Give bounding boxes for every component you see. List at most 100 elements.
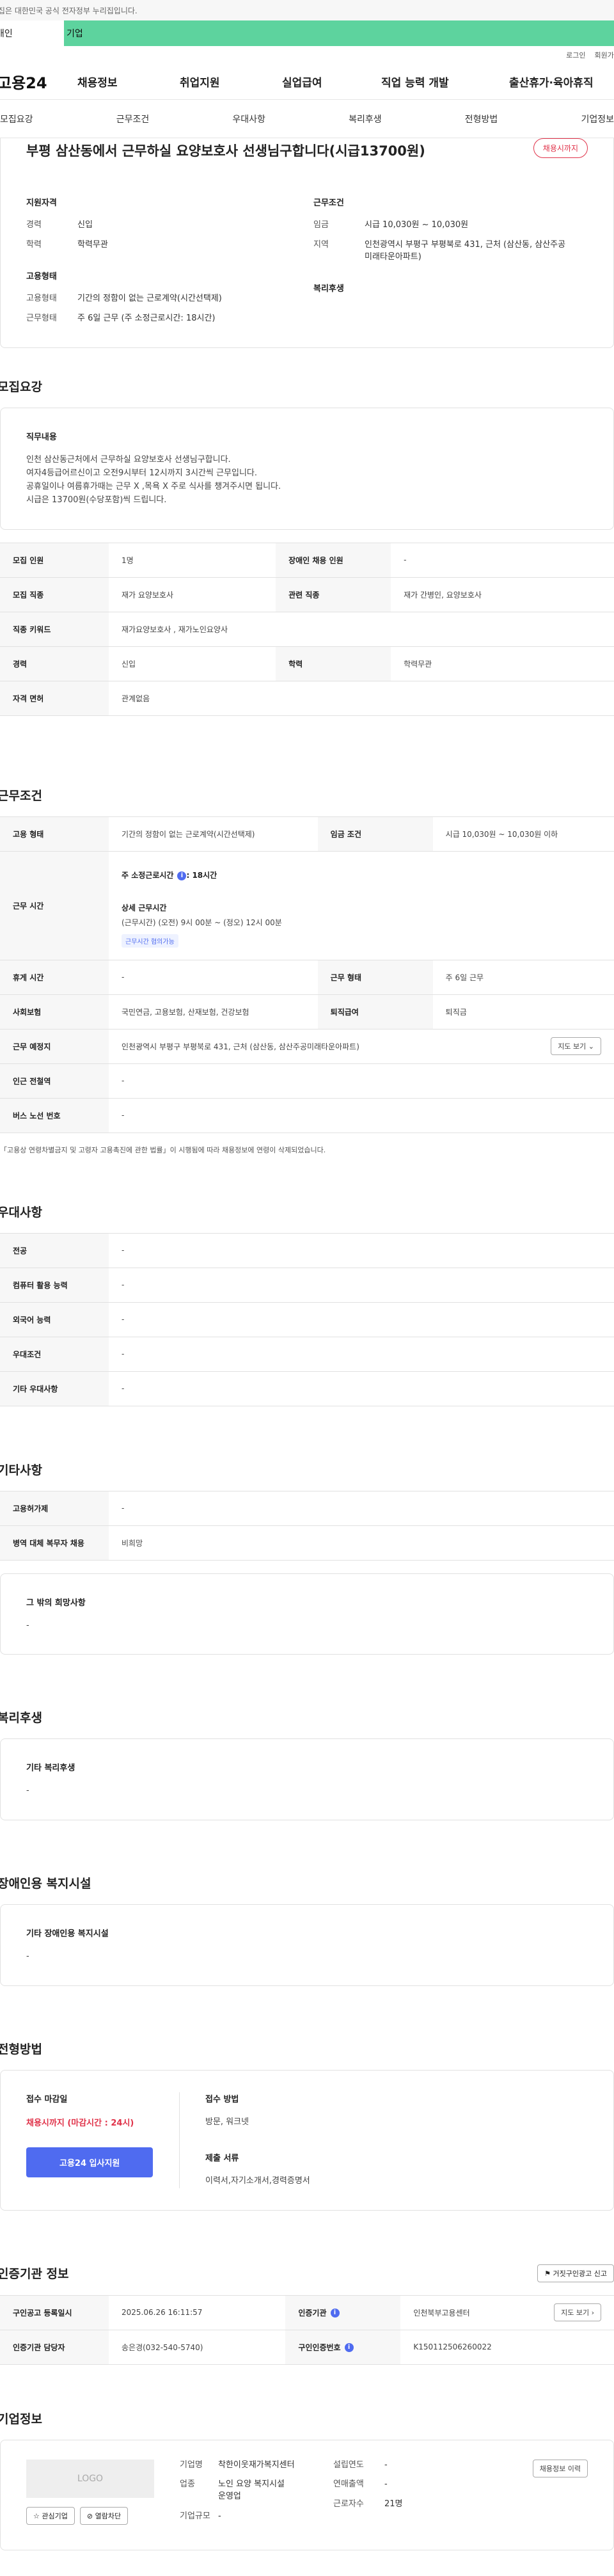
table-cell: 송은경(032-540-5740): [109, 2329, 286, 2365]
table-cell: -: [109, 1232, 614, 1268]
selection-box: 접수 마감일 채용시까지 (마감시간 : 24시) 고용24 입사지원 접수 방…: [0, 2069, 614, 2211]
tab-personal[interactable]: 개인: [0, 20, 64, 46]
report-icon: ⚑: [544, 2269, 551, 2278]
table-header-cell: 전공: [0, 1232, 109, 1268]
section-title-work: 근무조건: [0, 788, 42, 803]
preference-section: 우대사항 전공 - 컴퓨터 활용 능력 - 외국어 능력 - 우대조건 - 기타 우대사…: [0, 1203, 614, 1406]
table-row: 모집 인원 1명 장애인 채용 인원 -: [0, 542, 614, 578]
table-row: 근무 예정지 인천광역시 부평구 부평북로 431, 근처 (삼산동, 삼산주공…: [0, 1028, 614, 1064]
table-cell: -: [109, 1336, 614, 1372]
table-row: 모집 직종 재가 요양보호사 관련 직종 재가 간병인, 요양보호사: [0, 576, 614, 612]
disability-box: 기타 장애인용 복지시설 -: [0, 1904, 614, 1986]
table-cell: 퇴직금: [432, 994, 614, 1030]
job-summary-card: 부평 삼산동에서 근무하실 요양보호사 선생님구합니다(시급13700원) 채용…: [0, 138, 614, 349]
disability-section: 장애인용 복지시설 기타 장애인용 복지시설 -: [0, 1874, 614, 1986]
table-row: 고용 형태 기간의 정함이 없는 근로계약(시간선택제) 임금 조건 시급 10,03…: [0, 816, 614, 852]
duty-box: 직무내용 인천 삼산동근처에서 근무하실 요양보호사 선생님구합니다. 여자4등…: [0, 408, 614, 530]
gov-bar: 이 누리집은 대한민국 공식 전자정부 누리집입니다.: [0, 0, 614, 20]
table-cell: 인천광역시 부평구 부평북로 431, 근처 (삼산동, 삼산주공미래타운아파트…: [109, 1028, 614, 1064]
section-title-cert: 인증기관 정보: [0, 2267, 69, 2282]
table-row: 우대조건 -: [0, 1336, 614, 1372]
table-row: 기타 우대사항 -: [0, 1371, 614, 1406]
company-box: LOGO ☆ 관심기업 ⊘ 열람차단 기업명 착한이웃재가복지센터 업종 노인 요양…: [0, 2439, 614, 2550]
gnb-parental-leave[interactable]: 출산휴가·육아휴직: [509, 74, 594, 90]
gnb-employment-support[interactable]: 취업지원: [180, 74, 282, 90]
table-row: 외국어 능력 -: [0, 1301, 614, 1337]
table-cell: 학력무관: [391, 646, 614, 681]
member-type-tabs: 개인 기업: [0, 20, 614, 46]
table-header-cell: 병역 대체 복무자 채용: [0, 1525, 109, 1561]
table-header-cell: 사회보험: [0, 994, 109, 1030]
table-header-cell: 모집 인원: [0, 542, 109, 578]
table-header-cell: 우대조건: [0, 1336, 109, 1372]
table-row: 고용허가제 -: [0, 1490, 614, 1526]
table-header-cell: 경력: [0, 646, 109, 681]
tab-company[interactable]: 기업정보: [581, 113, 614, 125]
section-title-selection: 전형방법: [0, 2042, 42, 2056]
table-row: 근무 시간 주 소정근로시간 i: 18시간 상세 근무시간 (근무시간) (오전…: [0, 850, 614, 960]
table-row: 자격 면허 관계없음: [0, 680, 614, 716]
table-cell: 2025.06.26 16:11:57: [109, 2294, 286, 2330]
tab-preferences[interactable]: 우대사항: [232, 113, 265, 125]
table-header-cell: 퇴직급여: [317, 994, 433, 1030]
site-logo[interactable]: 고용24: [0, 70, 77, 93]
table-header-cell: 근무 형태: [317, 959, 433, 995]
section-title-recruit: 모집요강: [0, 380, 42, 395]
cert-map-button[interactable]: 지도 보기 ›: [554, 2303, 601, 2322]
block-view-button[interactable]: ⊘ 열람차단: [79, 2506, 129, 2525]
section-tabs: 모집요강 근무조건 우대사항 복리후생 전형방법 기업정보: [0, 100, 614, 138]
deadline-value: 채용시까지 (마감시간 : 24시): [26, 2118, 134, 2128]
table-header-cell: 버스 노선 번호: [0, 1097, 109, 1133]
section-title-disability: 장애인용 복지시설: [0, 1877, 91, 1891]
info-icon[interactable]: i: [177, 871, 187, 880]
table-row: 버스 노선 번호 -: [0, 1097, 614, 1133]
info-icon[interactable]: i: [344, 2343, 354, 2353]
table-header-cell: 임금 조건: [317, 816, 433, 852]
duty-heading: 직무내용: [26, 433, 57, 443]
table-header-cell: 모집 직종: [0, 576, 109, 612]
table-header-cell: 자격 면허: [0, 680, 109, 716]
report-fake-ad-button[interactable]: ⚑ 거짓구인광고 신고: [537, 2264, 614, 2282]
company-section: 기업정보 LOGO ☆ 관심기업 ⊘ 열람차단 기업명 착한이웃재가복지센터 업종…: [0, 2410, 614, 2550]
apply-button[interactable]: 고용24 입사지원: [26, 2147, 154, 2177]
interest-company-button[interactable]: ☆ 관심기업: [26, 2506, 75, 2525]
login-link[interactable]: 로그인: [566, 50, 585, 60]
table-cell: -: [109, 1097, 614, 1133]
qualification-heading: 지원자격: [26, 198, 57, 208]
table-header-cell: 인증기관 i: [285, 2294, 401, 2330]
preference-table: 전공 - 컴퓨터 활용 능력 - 외국어 능력 - 우대조건 - 기타 우대사항 -: [0, 1232, 614, 1406]
employment-type-heading: 고용형태: [26, 271, 57, 282]
table-header-cell: 직종 키워드: [0, 611, 109, 647]
gnb-jobs[interactable]: 채용정보: [77, 74, 180, 90]
table-cell: 1명: [109, 542, 276, 578]
duty-text: 인천 삼산동근처에서 근무하실 요양보호사 선생님구합니다. 여자4등급어르신이…: [26, 455, 281, 505]
table-cell: -: [109, 1301, 614, 1337]
selection-section: 전형방법 접수 마감일 채용시까지 (마감시간 : 24시) 고용24 입사지원…: [0, 2040, 614, 2211]
welfare-box: 기타 복리후생 -: [0, 1738, 614, 1821]
signup-link[interactable]: 회원가입: [595, 50, 614, 60]
table-row: 직종 키워드 재가요양보호사 , 재가노인요양사: [0, 611, 614, 647]
etc-table: 고용허가제 - 병역 대체 복무자 채용 비희망: [0, 1490, 614, 1561]
table-cell: 비희망: [109, 1525, 614, 1561]
tab-selection[interactable]: 전형방법: [465, 113, 498, 125]
table-row: 컴퓨터 활용 능력 -: [0, 1267, 614, 1303]
table-row: 인근 전철역 -: [0, 1063, 614, 1099]
tab-welfare[interactable]: 복리후생: [349, 113, 382, 125]
tab-company[interactable]: 기업: [64, 20, 614, 46]
job-history-button[interactable]: 채용정보 이력: [532, 2459, 588, 2477]
table-cell: 재가 간병인, 요양보호사: [391, 576, 614, 612]
utility-menu: 로그인 회원가입: [0, 46, 614, 64]
gnb-vocational-training[interactable]: 직업 능력 개발: [381, 74, 509, 90]
table-cell: 인천북부고용센터 지도 보기 ›: [400, 2294, 614, 2330]
map-view-button[interactable]: 지도 보기 ⌄: [551, 1037, 601, 1056]
table-cell: 시급 10,030원 ~ 10,030원 이하: [432, 816, 614, 852]
table-header-cell: 기타 우대사항: [0, 1371, 109, 1406]
table-header-cell: 고용허가제: [0, 1490, 109, 1526]
gnb-unemployment-benefit[interactable]: 실업급여: [282, 74, 381, 90]
table-header-cell: 학력: [276, 646, 391, 681]
section-title-preference: 우대사항: [0, 1205, 42, 1220]
info-icon[interactable]: i: [330, 2309, 340, 2318]
tab-recruit[interactable]: 모집요강: [0, 113, 33, 125]
tab-work-conditions[interactable]: 근무조건: [116, 113, 150, 125]
table-row: 사회보험 국민연금, 고용보험, 산재보험, 건강보험 퇴직급여 퇴직금: [0, 994, 614, 1030]
